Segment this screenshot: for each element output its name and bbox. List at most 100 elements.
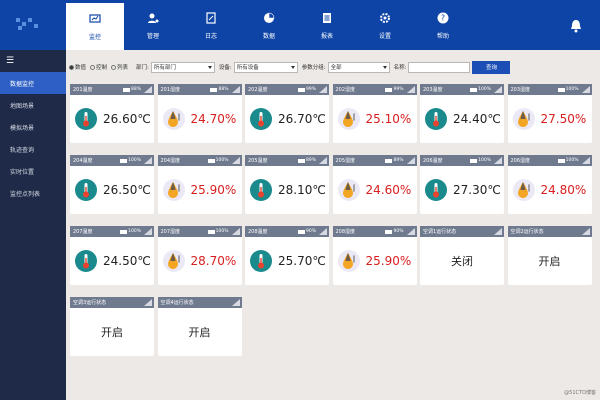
card-title: 208湿度: [335, 229, 356, 235]
status-value: 开启: [101, 326, 123, 339]
battery-level: 100%: [565, 158, 579, 163]
battery-indicator: 89%: [297, 158, 316, 163]
group-select-value: 全部: [330, 65, 342, 71]
sidebar-item-5[interactable]: 监控点列表: [0, 182, 66, 204]
card-header: 空调3运行状态: [70, 297, 154, 308]
card-header: 204湿度 100%: [157, 155, 242, 166]
humidity-drop-icon: [337, 179, 360, 201]
card-body: 24.50℃: [70, 237, 154, 285]
humidity-card[interactable]: 208湿度 90% 25.90%: [332, 226, 417, 285]
sidebar-item-2[interactable]: 模拟场景: [0, 116, 66, 138]
temperature-card[interactable]: 208温度 90% 25.70℃: [245, 226, 329, 285]
battery-level: 88%: [218, 87, 229, 92]
temperature-card[interactable]: 207温度 100% 24.50℃: [70, 226, 154, 285]
card-title: 206湿度: [510, 158, 531, 164]
humidity-card[interactable]: 202湿度 99% 25.10%: [332, 84, 417, 143]
signal-icon: [406, 157, 415, 164]
card-header: 206温度 100%: [420, 155, 504, 166]
nav-tab-2[interactable]: 日志: [182, 0, 240, 50]
chevron-down-icon: [382, 65, 387, 69]
device-label: 设备:: [218, 65, 232, 71]
battery-indicator: 100%: [207, 229, 229, 234]
battery-level: 100%: [128, 229, 141, 234]
device-select[interactable]: 所有设备: [233, 61, 298, 73]
status-card[interactable]: 空调3运行状态 开启: [70, 297, 154, 356]
group-select[interactable]: 全部: [327, 61, 390, 73]
card-header: 空调1运行状态: [420, 226, 504, 237]
mode-radio-value[interactable]: 数值: [69, 63, 86, 71]
mode-radio-list[interactable]: 列表: [111, 63, 128, 71]
battery-icon: [470, 158, 478, 163]
nav-tab-label: 日志: [204, 32, 217, 40]
sidebar-item-4[interactable]: 实时位置: [0, 160, 66, 182]
card-body: 26.60℃: [70, 95, 154, 143]
humidity-card[interactable]: 205湿度 89% 24.60%: [332, 155, 417, 214]
temperature-card[interactable]: 205温度 89% 28.10℃: [245, 155, 329, 214]
temperature-card[interactable]: 203温度 100% 24.40℃: [420, 84, 504, 143]
humidity-card[interactable]: 204湿度 100% 25.90%: [157, 155, 242, 214]
query-button[interactable]: 查询: [472, 60, 511, 74]
report-icon: [320, 11, 334, 25]
battery-icon: [385, 87, 393, 92]
battery-icon: [297, 158, 305, 163]
battery-indicator: 100%: [470, 158, 491, 163]
nav-tab-3[interactable]: 数据: [240, 0, 298, 50]
temperature-card[interactable]: 204温度 100% 26.50℃: [70, 155, 154, 214]
humidity-card[interactable]: 206湿度 100% 24.80%: [507, 155, 592, 214]
card-header: 208湿度 90%: [332, 226, 417, 237]
sidebar-item-3[interactable]: 轨迹查询: [0, 138, 66, 160]
nav-tab-6[interactable]: ? 帮助: [414, 0, 472, 50]
humidity-card[interactable]: 201湿度 88% 24.70%: [157, 84, 242, 143]
nav-tab-1[interactable]: 管理: [124, 0, 182, 50]
status-card[interactable]: 空调1运行状态 关闭: [420, 226, 504, 285]
battery-icon: [297, 229, 305, 234]
battery-icon: [557, 158, 565, 163]
card-body: 27.30℃: [420, 166, 504, 214]
humidity-value: 24.80%: [540, 183, 587, 197]
battery-indicator: 100%: [120, 158, 141, 163]
nav-tab-label: 帮助: [436, 32, 449, 40]
card-header: 202温度 99%: [245, 84, 329, 95]
temperature-value: 24.50℃: [103, 254, 151, 268]
sidebar-menu-icon[interactable]: ☰: [0, 50, 66, 72]
mode-radio-control[interactable]: 控制: [90, 63, 107, 71]
status-card[interactable]: 空调2运行状态开启: [507, 226, 592, 285]
status-card[interactable]: 空调4运行状态 开启: [157, 297, 242, 356]
name-input[interactable]: [408, 61, 471, 73]
signal-icon: [144, 86, 152, 93]
nav-tab-0[interactable]: 监控: [66, 3, 124, 50]
humidity-card[interactable]: 203湿度 100% 27.50%: [507, 84, 592, 143]
nav-tab-5[interactable]: 设置: [356, 0, 414, 50]
card-title: 207温度: [73, 229, 93, 235]
card-header: 空调4运行状态: [157, 297, 242, 308]
sidebar-item-1[interactable]: 地图场景: [0, 94, 66, 116]
temperature-card[interactable]: 202温度 99% 26.70℃: [245, 84, 329, 143]
battery-indicator: 89%: [385, 158, 404, 163]
signal-icon: [494, 228, 502, 235]
battery-level: 90%: [305, 229, 316, 234]
radio-icon: [111, 64, 117, 70]
card-header: 204温度 100%: [70, 155, 154, 166]
battery-level: 89%: [393, 158, 404, 163]
dept-select[interactable]: 所有部门: [150, 61, 215, 73]
status-value: 开启: [538, 255, 561, 268]
signal-icon: [144, 157, 152, 164]
temperature-card[interactable]: 206温度 100% 27.30℃: [420, 155, 504, 214]
card-body: 26.70℃: [245, 95, 329, 143]
card-body: 25.10%: [333, 95, 417, 143]
sidebar-item-0[interactable]: 数据监控: [0, 72, 66, 94]
humidity-value: 27.50%: [540, 112, 587, 126]
thermometer-icon: [425, 179, 447, 201]
card-header: 201湿度 88%: [157, 84, 242, 95]
signal-icon: [581, 157, 590, 164]
nav-tab-4[interactable]: 报表: [298, 0, 356, 50]
bell-icon[interactable]: [570, 18, 582, 33]
temperature-card[interactable]: 201温度 88% 26.60℃: [70, 84, 154, 143]
card-body: 26.50℃: [70, 166, 154, 214]
card-title: 空调2运行状态: [510, 229, 544, 235]
thermometer-icon: [250, 250, 272, 272]
humidity-card[interactable]: 207湿度 100% 28.70%: [157, 226, 242, 285]
battery-icon: [120, 229, 128, 234]
card-title: 205湿度: [335, 158, 356, 164]
temperature-value: 26.60℃: [103, 112, 151, 126]
